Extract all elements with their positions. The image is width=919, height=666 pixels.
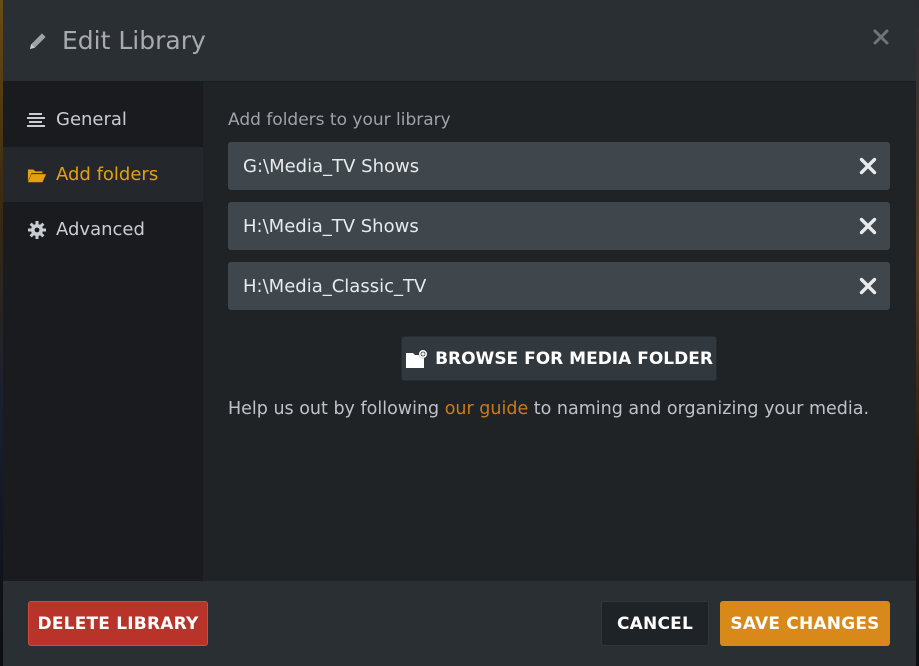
help-text-after: to naming and organizing your media.	[528, 399, 870, 419]
modal-body: General Add folders Advanced Add folders…	[3, 82, 916, 581]
delete-library-button[interactable]: DELETE LIBRARY	[28, 601, 208, 646]
folder-path: G:\Media_TV Shows	[243, 155, 420, 177]
sidebar-item-label: General	[56, 109, 127, 130]
remove-folder-icon[interactable]	[859, 157, 877, 175]
sidebar: General Add folders Advanced	[3, 82, 203, 581]
sidebar-item-label: Add folders	[56, 164, 159, 185]
gear-icon	[27, 220, 47, 240]
browse-media-folder-button[interactable]: BROWSE FOR MEDIA FOLDER	[401, 336, 717, 381]
help-text: Help us out by following our guide to na…	[228, 399, 890, 419]
lines-icon	[27, 110, 47, 130]
save-changes-button[interactable]: SAVE CHANGES	[720, 601, 890, 646]
guide-link[interactable]: our guide	[445, 399, 529, 419]
pencil-icon	[27, 30, 49, 52]
modal-header: Edit Library	[3, 0, 916, 82]
sidebar-item-general[interactable]: General	[3, 92, 203, 147]
folder-row[interactable]: H:\Media_TV Shows	[228, 202, 890, 250]
folder-path: H:\Media_Classic_TV	[243, 275, 427, 297]
sidebar-item-advanced[interactable]: Advanced	[3, 202, 203, 257]
edit-library-modal: Edit Library General Add folders Advance…	[3, 0, 916, 666]
modal-footer: DELETE LIBRARY CANCEL SAVE CHANGES	[3, 581, 916, 666]
remove-folder-icon[interactable]	[859, 277, 877, 295]
folder-open-icon	[27, 165, 47, 185]
close-icon[interactable]	[872, 28, 890, 46]
folder-row[interactable]: G:\Media_TV Shows	[228, 142, 890, 190]
help-text-before: Help us out by following	[228, 399, 445, 419]
cancel-button[interactable]: CANCEL	[601, 601, 709, 646]
browse-button-label: BROWSE FOR MEDIA FOLDER	[435, 348, 713, 369]
sidebar-item-label: Advanced	[56, 219, 145, 240]
section-label: Add folders to your library	[228, 110, 451, 130]
folder-add-icon	[405, 349, 429, 369]
content-panel: Add folders to your library G:\Media_TV …	[203, 82, 916, 581]
remove-folder-icon[interactable]	[859, 217, 877, 235]
folder-row[interactable]: H:\Media_Classic_TV	[228, 262, 890, 310]
sidebar-item-add-folders[interactable]: Add folders	[3, 147, 203, 202]
folder-path: H:\Media_TV Shows	[243, 215, 419, 237]
browse-wrap: BROWSE FOR MEDIA FOLDER	[228, 336, 890, 381]
modal-title: Edit Library	[62, 26, 206, 55]
